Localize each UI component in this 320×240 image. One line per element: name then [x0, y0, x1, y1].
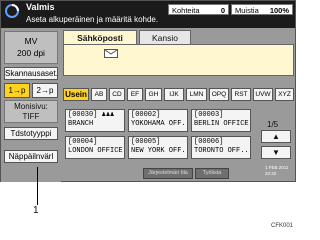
- figure-code: CFK001: [270, 223, 293, 229]
- one-sided-button[interactable]: 1→p: [4, 83, 30, 98]
- index-ijk-button[interactable]: IJK: [164, 88, 184, 101]
- envelope-icon: [104, 49, 118, 58]
- destination-id: [00003]: [194, 111, 224, 119]
- index-ef-button[interactable]: EF: [127, 88, 143, 101]
- scroll-up-button[interactable]: ▲: [261, 130, 291, 143]
- destination-name: YOKOHAMA OFF..: [131, 120, 188, 128]
- destinations-count-value: 0: [220, 6, 225, 15]
- destination-name: LONDON OFFICE: [68, 147, 123, 155]
- group-icon: ♟♟♟: [101, 111, 115, 119]
- index-cd-button[interactable]: CD: [109, 88, 125, 101]
- destination-id: [00030] ♟♟♟: [68, 111, 115, 119]
- index-rst-button[interactable]: RST: [231, 88, 251, 101]
- destinations-count-label: Kohteita: [172, 6, 200, 15]
- color-button[interactable]: Näppäilnvärl: [4, 150, 58, 163]
- system-status-button[interactable]: Järjestelmän tila: [143, 168, 193, 179]
- file-type-button[interactable]: Tdstotyyppi: [4, 127, 58, 140]
- memory-label: Muistia: [235, 6, 259, 15]
- destinations-count-box: Kohteita 0: [168, 4, 229, 15]
- index-lmn-button[interactable]: LMN: [186, 88, 207, 101]
- clock-display: 1 FEB 2011 22:20: [265, 165, 288, 177]
- index-frequent-button[interactable]: Usein: [63, 88, 89, 101]
- main-area: Sähköposti Kansio Usein AB CD EF GH IJK …: [61, 28, 296, 182]
- index-gh-button[interactable]: GH: [145, 88, 162, 101]
- multipage-format: TIFF: [22, 112, 40, 121]
- destination-button[interactable]: [00003] BERLIN OFFICE: [191, 109, 251, 132]
- destination-name: BRANCH: [68, 120, 94, 128]
- destination-button[interactable]: [00006] TORONTO OFF..: [191, 136, 251, 159]
- tab-folder[interactable]: Kansio: [139, 30, 191, 44]
- ready-icon: [5, 4, 19, 18]
- destination-id: [00002]: [131, 111, 161, 119]
- multipage-label: Monisivu:: [14, 102, 48, 111]
- clock-time: 22:20: [265, 171, 277, 176]
- destination-name: TORONTO OFF..: [194, 147, 249, 155]
- index-opq-button[interactable]: OPQ: [209, 88, 229, 101]
- index-ab-button[interactable]: AB: [91, 88, 107, 101]
- left-settings-column: MV 200 dpi Skannausaset. 1→p 2→p Monisiv…: [1, 28, 61, 182]
- callout-number: 1: [33, 205, 39, 216]
- memory-box: Muistia 100%: [231, 4, 293, 15]
- scan-mode-type: MV: [24, 36, 38, 46]
- destination-id: [00004]: [68, 138, 98, 146]
- destination-field[interactable]: [63, 44, 294, 76]
- status-title: Valmis: [26, 2, 55, 12]
- two-sided-button[interactable]: 2→p: [32, 83, 58, 98]
- job-list-button[interactable]: Työlista: [195, 168, 229, 179]
- control-panel: Valmis Aseta alkuperäinen ja määritä koh…: [0, 0, 296, 182]
- destination-name: NEW YORK OFF..: [131, 147, 188, 155]
- memory-value: 100%: [269, 6, 289, 15]
- scan-resolution: 200 dpi: [17, 48, 45, 58]
- multipage-format-display[interactable]: Monisivu: TIFF: [4, 100, 58, 123]
- scan-mode-display[interactable]: MV 200 dpi: [4, 31, 58, 64]
- destination-name: BERLIN OFFICE: [194, 120, 249, 128]
- index-uvw-button[interactable]: UVW: [253, 88, 273, 101]
- tab-email[interactable]: Sähköposti: [63, 30, 137, 44]
- index-xyz-button[interactable]: XYZ: [275, 88, 294, 101]
- page-indicator: 1/5: [267, 120, 279, 129]
- destination-id: [00005]: [131, 138, 161, 146]
- destination-button[interactable]: [00005] NEW YORK OFF..: [128, 136, 188, 159]
- callout-line: [37, 167, 38, 205]
- scroll-down-button[interactable]: ▼: [261, 146, 291, 159]
- destination-button[interactable]: [00002] YOKOHAMA OFF..: [128, 109, 188, 132]
- destination-button[interactable]: [00030] ♟♟♟ BRANCH: [65, 109, 125, 132]
- status-bar: Valmis Aseta alkuperäinen ja määritä koh…: [1, 1, 295, 28]
- duplex-selector: 1→p 2→p: [4, 83, 58, 98]
- destination-id: [00006]: [194, 138, 224, 146]
- scan-settings-button[interactable]: Skannausaset.: [4, 67, 58, 80]
- destination-button[interactable]: [00004] LONDON OFFICE: [65, 136, 125, 159]
- alphabet-index-row: Usein AB CD EF GH IJK LMN OPQ RST UVW XY…: [63, 88, 294, 101]
- status-subtitle: Aseta alkuperäinen ja määritä kohde.: [26, 15, 159, 24]
